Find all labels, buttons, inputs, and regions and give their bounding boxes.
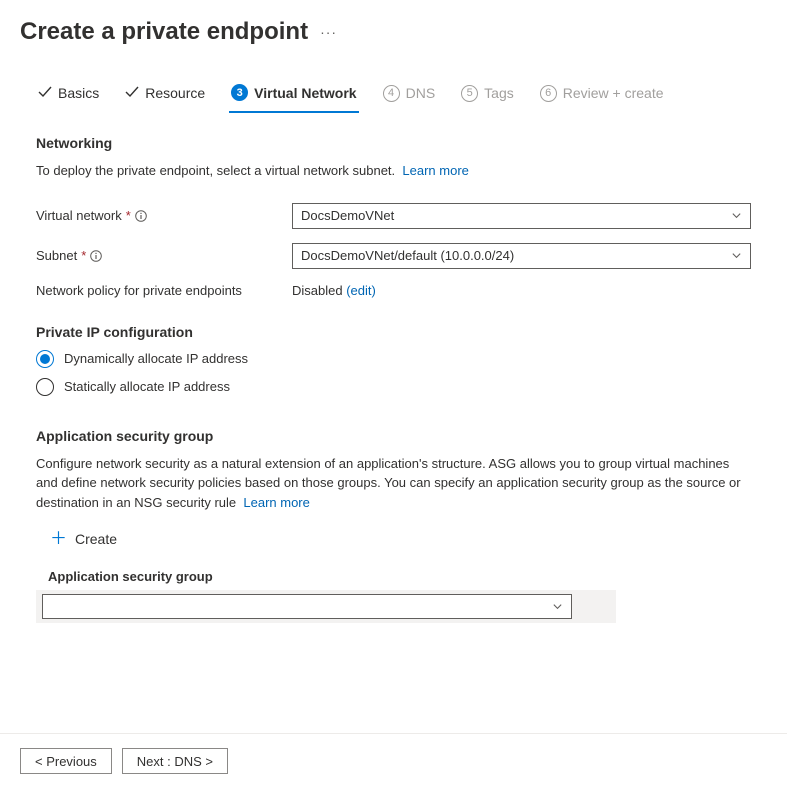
ip-config-heading: Private IP configuration (36, 324, 751, 340)
asg-create-button[interactable]: ＋ Create (42, 524, 125, 553)
asg-learn-more-link[interactable]: Learn more (243, 495, 309, 510)
network-policy-label: Network policy for private endpoints (36, 283, 242, 298)
network-policy-edit-link[interactable]: (edit) (346, 283, 376, 298)
step-badge: 6 (540, 85, 557, 102)
info-icon[interactable] (90, 250, 102, 262)
required-indicator: * (81, 248, 86, 263)
radio-icon (36, 378, 54, 396)
create-label: Create (75, 531, 117, 547)
chevron-down-icon (731, 210, 742, 221)
page-title: Create a private endpoint (20, 18, 308, 46)
tab-label: Tags (484, 85, 514, 101)
network-policy-value: Disabled (292, 283, 343, 298)
radio-icon (36, 350, 54, 368)
required-indicator: * (126, 208, 131, 223)
tab-label: Virtual Network (254, 85, 356, 101)
radio-dynamic-ip[interactable]: Dynamically allocate IP address (36, 350, 751, 368)
step-badge: 3 (231, 84, 248, 101)
check-icon (125, 85, 139, 101)
select-value: DocsDemoVNet (301, 208, 394, 223)
radio-label: Dynamically allocate IP address (64, 351, 248, 366)
networking-desc-text: To deploy the private endpoint, select a… (36, 163, 395, 178)
networking-heading: Networking (36, 135, 751, 151)
check-icon (38, 85, 52, 101)
radio-label: Statically allocate IP address (64, 379, 230, 394)
asg-heading: Application security group (36, 428, 751, 444)
tab-tags[interactable]: 5 Tags (459, 85, 516, 112)
tab-resource[interactable]: Resource (123, 85, 207, 111)
tab-label: Review + create (563, 85, 664, 101)
subnet-label: Subnet (36, 248, 77, 263)
info-icon[interactable] (135, 210, 147, 222)
previous-button[interactable]: < Previous (20, 748, 112, 774)
networking-description: To deploy the private endpoint, select a… (36, 161, 751, 181)
asg-column-header: Application security group (48, 569, 751, 584)
tab-label: Basics (58, 85, 99, 101)
tab-review-create[interactable]: 6 Review + create (538, 85, 666, 112)
vnet-label: Virtual network (36, 208, 122, 223)
wizard-footer: < Previous Next : DNS > (0, 733, 787, 774)
plus-icon: ＋ (50, 530, 67, 547)
asg-select[interactable] (42, 594, 572, 619)
wizard-tabs: Basics Resource 3 Virtual Network 4 DNS … (0, 84, 787, 113)
tab-basics[interactable]: Basics (36, 85, 101, 111)
tab-dns[interactable]: 4 DNS (381, 85, 438, 112)
subnet-select[interactable]: DocsDemoVNet/default (10.0.0.0/24) (292, 243, 751, 269)
networking-learn-more-link[interactable]: Learn more (402, 163, 468, 178)
tab-label: DNS (406, 85, 436, 101)
asg-description: Configure network security as a natural … (36, 454, 751, 513)
radio-static-ip[interactable]: Statically allocate IP address (36, 378, 751, 396)
tab-virtual-network[interactable]: 3 Virtual Network (229, 84, 358, 113)
virtual-network-select[interactable]: DocsDemoVNet (292, 203, 751, 229)
chevron-down-icon (552, 601, 563, 612)
tab-label: Resource (145, 85, 205, 101)
step-badge: 5 (461, 85, 478, 102)
more-icon[interactable]: ··· (320, 24, 337, 40)
select-value: DocsDemoVNet/default (10.0.0.0/24) (301, 248, 514, 263)
chevron-down-icon (731, 250, 742, 261)
asg-table-row (36, 590, 616, 623)
next-button[interactable]: Next : DNS > (122, 748, 228, 774)
ip-config-radio-group: Dynamically allocate IP address Statical… (36, 350, 751, 396)
asg-desc-text: Configure network security as a natural … (36, 456, 741, 510)
step-badge: 4 (383, 85, 400, 102)
